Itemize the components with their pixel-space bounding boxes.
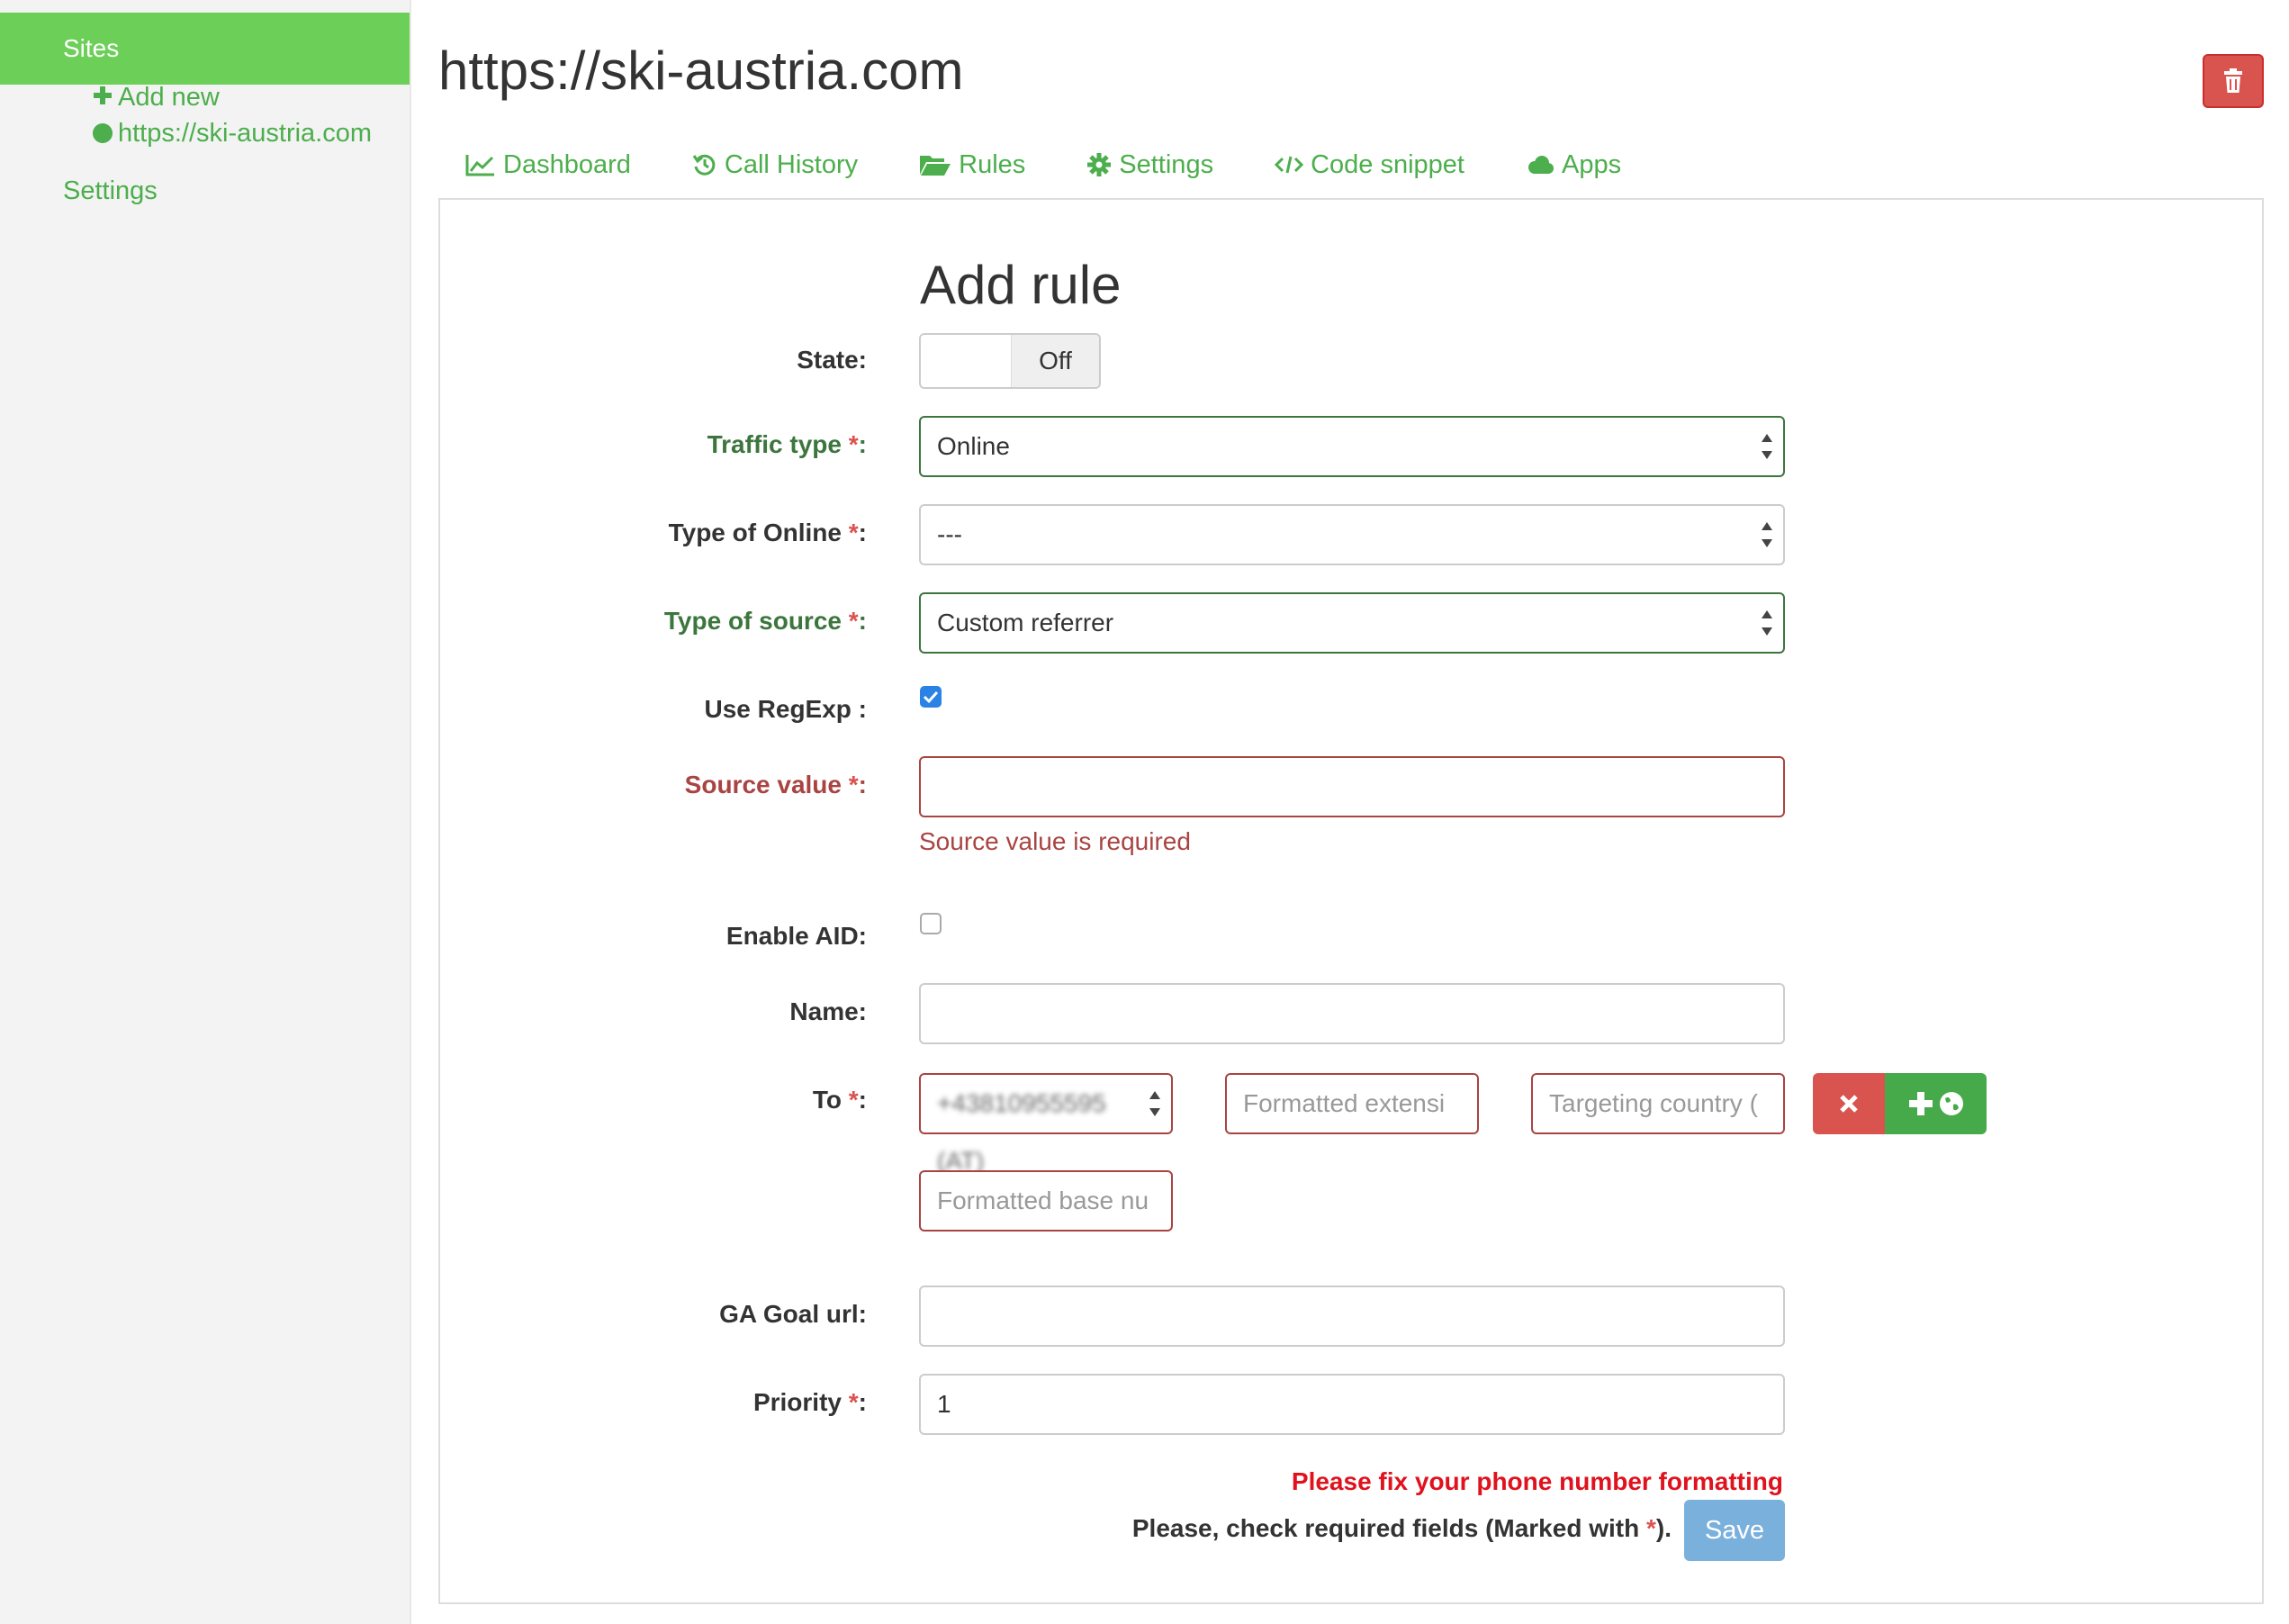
- save-button[interactable]: Save: [1684, 1500, 1785, 1561]
- tab-label: Code snippet: [1311, 149, 1464, 179]
- add-number-button[interactable]: [1885, 1073, 1987, 1134]
- targeting-country-input[interactable]: Targeting country (: [1531, 1073, 1785, 1134]
- folder-open-icon: [920, 156, 951, 176]
- select-value: Custom referrer: [937, 609, 1114, 636]
- close-icon: [1840, 1095, 1858, 1113]
- tab-label: Rules: [959, 149, 1026, 179]
- sidebar-item-label: Add new: [118, 83, 220, 112]
- sidebar-item-add-new[interactable]: Add new: [93, 83, 220, 113]
- to-number-select[interactable]: +43810955595 (AT): [919, 1073, 1173, 1175]
- use-regexp-checkbox[interactable]: [920, 686, 942, 708]
- form-title: Add rule: [920, 255, 1122, 315]
- cloud-icon: [1528, 156, 1554, 174]
- tab-rules[interactable]: Rules: [919, 142, 1025, 187]
- type-of-source-select[interactable]: Custom referrer: [919, 592, 1785, 654]
- select-arrows-icon: [1762, 520, 1772, 549]
- enable-aid-label: Enable AID:: [725, 922, 867, 950]
- code-icon: [1275, 156, 1304, 174]
- select-arrows-icon: [1762, 609, 1772, 637]
- select-value: +43810955595 (AT): [937, 1089, 1106, 1175]
- type-of-online-label: Type of Online *:: [668, 519, 867, 546]
- tab-label: Settings: [1119, 149, 1214, 179]
- source-value-input[interactable]: [919, 756, 1785, 817]
- required-fields-note: Please, check required fields (Marked wi…: [1131, 1514, 1672, 1542]
- sidebar-item-site[interactable]: https://ski-austria.com: [93, 119, 372, 149]
- use-regexp-label: Use RegExp :: [704, 695, 868, 723]
- to-label: To *:: [812, 1086, 867, 1114]
- phone-format-warning: Please fix your phone number formatting: [1291, 1467, 1783, 1495]
- type-of-online-select[interactable]: ---: [919, 504, 1785, 565]
- traffic-type-label: Traffic type *:: [707, 430, 867, 458]
- select-value: ---: [937, 520, 962, 548]
- name-label: Name:: [789, 997, 867, 1025]
- state-label: State:: [797, 346, 867, 374]
- rule-form-panel: Add rule State: Off Traffic type *: Onli…: [438, 198, 2264, 1604]
- remove-number-button[interactable]: [1813, 1073, 1885, 1134]
- sidebar-item-label: https://ski-austria.com: [118, 119, 373, 148]
- toggle-state-text: Off: [1011, 335, 1099, 387]
- trash-icon: [2224, 68, 2242, 93]
- toggle-knob: [921, 335, 1011, 387]
- globe-icon: [1939, 1092, 1963, 1115]
- select-value: Online: [937, 432, 1010, 460]
- line-chart-icon: [465, 155, 494, 176]
- plus-icon: [1908, 1092, 1933, 1115]
- select-arrows-icon: [1762, 432, 1772, 461]
- tab-settings[interactable]: Settings: [1086, 142, 1213, 187]
- enable-aid-checkbox[interactable]: [920, 913, 942, 934]
- select-arrows-icon: [1149, 1089, 1160, 1118]
- type-of-source-label: Type of source *:: [663, 607, 867, 635]
- tab-dashboard[interactable]: Dashboard: [465, 142, 631, 187]
- ga-goal-url-input[interactable]: [919, 1286, 1785, 1347]
- to-actions: [1813, 1073, 1987, 1134]
- delete-site-button[interactable]: [2203, 54, 2264, 108]
- sidebar: Sites Add new https://ski-austria.com Se…: [0, 0, 411, 1624]
- source-value-label: Source value *:: [684, 771, 867, 798]
- tab-label: Apps: [1561, 149, 1622, 179]
- state-toggle[interactable]: Off: [919, 333, 1101, 389]
- checkmark-icon: [923, 690, 939, 704]
- priority-input[interactable]: 1: [919, 1374, 1785, 1435]
- traffic-type-select[interactable]: Online: [919, 416, 1785, 477]
- formatted-base-number-input[interactable]: Formatted base nu: [919, 1170, 1173, 1232]
- tab-apps[interactable]: Apps: [1526, 142, 1621, 187]
- page-title: https://ski-austria.com: [438, 41, 964, 101]
- status-dot-icon: [93, 123, 113, 143]
- tab-label: Dashboard: [503, 149, 631, 179]
- ga-goal-url-label: GA Goal url:: [719, 1300, 867, 1328]
- sidebar-item-sites[interactable]: Sites: [0, 13, 410, 85]
- tab-label: Call History: [724, 149, 859, 179]
- priority-label: Priority *:: [752, 1388, 867, 1416]
- plus-icon: [93, 83, 113, 113]
- tab-call-history[interactable]: Call History: [692, 142, 858, 187]
- name-input[interactable]: [919, 983, 1785, 1044]
- gear-icon: [1087, 153, 1112, 176]
- tab-bar: Dashboard Call History Rules Settings Co…: [465, 142, 1682, 187]
- history-icon: [692, 154, 716, 176]
- source-value-error: Source value is required: [919, 827, 1191, 855]
- main-content: https://ski-austria.com Dashboard Call H…: [438, 0, 2289, 1624]
- formatted-extension-input[interactable]: Formatted extensi: [1225, 1073, 1479, 1134]
- tab-code-snippet[interactable]: Code snippet: [1275, 142, 1464, 187]
- sidebar-item-settings[interactable]: Settings: [63, 176, 158, 206]
